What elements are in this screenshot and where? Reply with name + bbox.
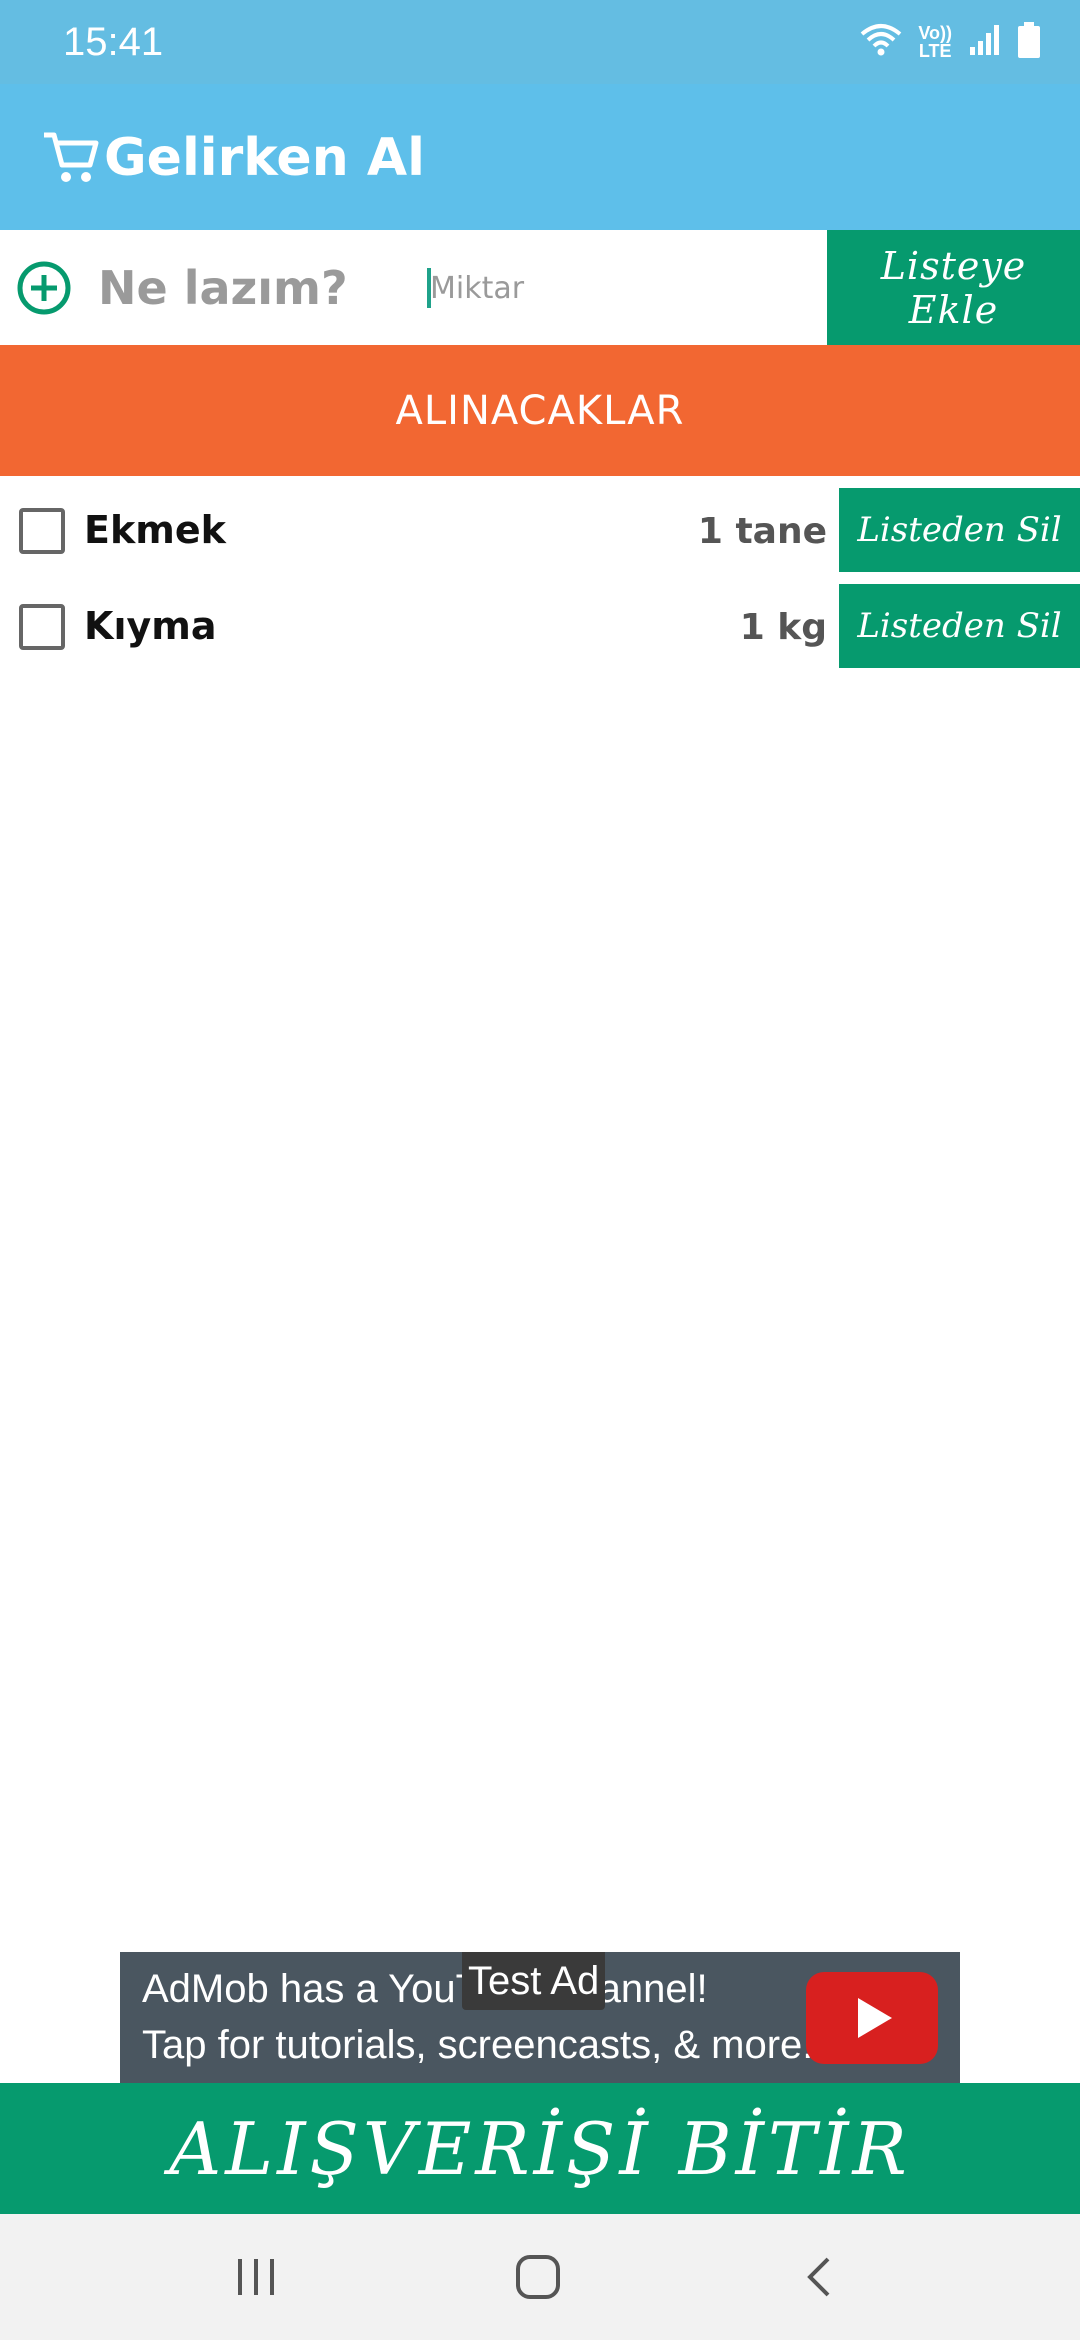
item-name: Ekmek: [84, 508, 226, 552]
item-quantity: 1 tane: [697, 511, 827, 552]
home-icon[interactable]: [508, 2247, 568, 2307]
item-checkbox[interactable]: [19, 508, 65, 554]
status-icons: Vo)) LTE: [860, 20, 1040, 64]
section-header: ALINACAKLAR: [0, 345, 1080, 476]
item-name: Kıyma: [84, 604, 217, 648]
list-item: Ekmek 1 tane Listeden Sil: [0, 476, 1080, 572]
volte-label: Vo)): [918, 23, 952, 43]
quantity-input[interactable]: [430, 260, 790, 316]
item-checkbox[interactable]: [19, 604, 65, 650]
list-item: Kıyma 1 kg Listeden Sil: [0, 572, 1080, 668]
remove-from-list-button[interactable]: Listeden Sil: [839, 488, 1080, 572]
recent-apps-icon[interactable]: [226, 2247, 286, 2307]
add-item-row: Listeye Ekle: [0, 230, 1080, 345]
ad-subline: Tap for tutorials, screencasts, & more.: [142, 2023, 814, 2067]
test-ad-badge: Test Ad: [462, 1952, 606, 2010]
add-to-list-button[interactable]: Listeye Ekle: [827, 230, 1080, 345]
ad-banner[interactable]: AdMob has a YouTube channel! Tap for tut…: [120, 1952, 960, 2083]
cart-icon: [40, 127, 100, 187]
volte-indicator: Vo)) LTE: [918, 24, 952, 60]
battery-icon: [1018, 22, 1040, 62]
signal-icon: [968, 23, 1002, 61]
item-quantity: 1 kg: [739, 607, 827, 648]
navigation-bar: [0, 2214, 1080, 2340]
status-bar: 15:41 Vo)) LTE: [0, 0, 1080, 84]
shopping-list: Ekmek 1 tane Listeden Sil Kıyma 1 kg Lis…: [0, 476, 1080, 668]
status-time: 15:41: [63, 20, 164, 64]
back-icon[interactable]: [790, 2247, 850, 2307]
add-circle-icon[interactable]: [16, 260, 72, 316]
youtube-play-icon: [806, 1972, 938, 2064]
app-title: Gelirken Al: [104, 128, 425, 188]
app-bar: Gelirken Al: [0, 84, 1080, 230]
remove-from-list-button[interactable]: Listeden Sil: [839, 584, 1080, 668]
ad-headline: AdMob has a YouTube channel!: [142, 1967, 708, 2011]
finish-shopping-button[interactable]: ALIŞVERİŞİ BİTİR: [0, 2083, 1080, 2214]
item-name-input[interactable]: [98, 250, 398, 326]
lte-label: LTE: [918, 41, 952, 61]
wifi-icon: [860, 22, 902, 62]
